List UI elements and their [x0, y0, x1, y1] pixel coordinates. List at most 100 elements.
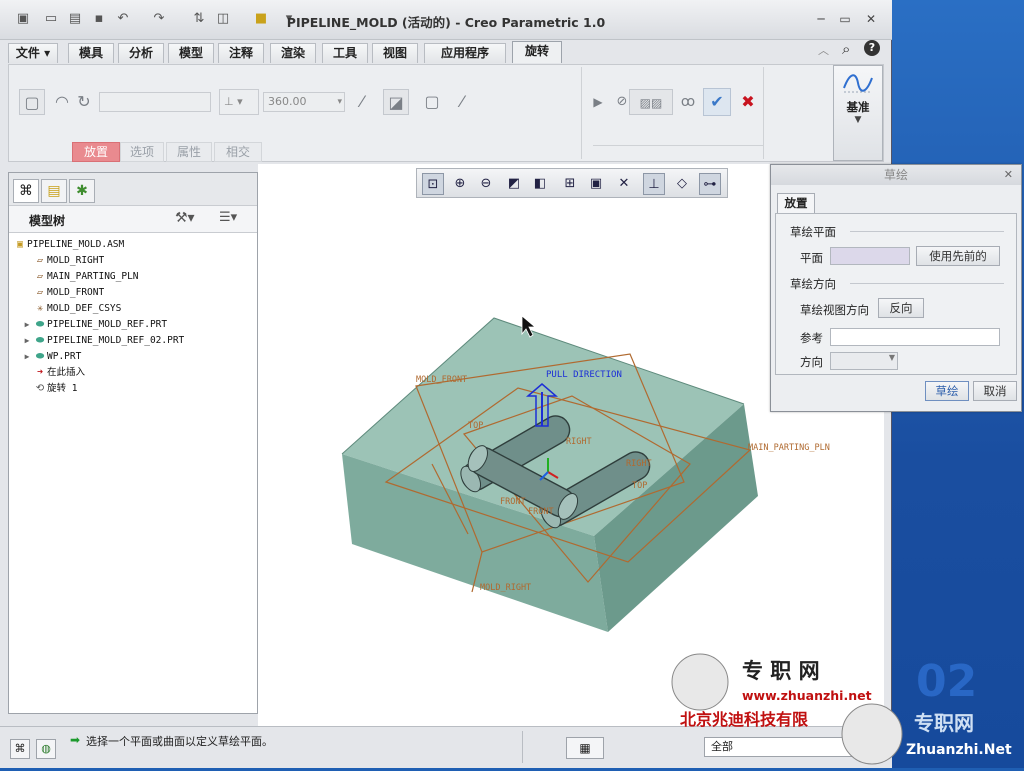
- cancel-button[interactable]: 取消: [973, 381, 1017, 401]
- reference-collector[interactable]: [830, 328, 1000, 346]
- label-mold-front: MOLD_FRONT: [416, 375, 467, 385]
- dialog-tab-placement[interactable]: 放置: [777, 193, 815, 213]
- minimize-icon[interactable]: ─: [812, 10, 830, 28]
- tab-tools[interactable]: 工具: [322, 43, 368, 63]
- subtab-options[interactable]: 选项: [120, 142, 164, 162]
- flip-button[interactable]: 反向: [878, 298, 924, 318]
- insert-here-icon: ➜: [36, 367, 44, 378]
- axis-icon[interactable]: ↻: [71, 89, 97, 115]
- ribbon-divider: [763, 67, 764, 159]
- expand-arrow-icon[interactable]: ▶: [21, 333, 33, 349]
- csys-icon: ✳: [36, 303, 44, 314]
- pause-icon[interactable]: ▶: [585, 89, 611, 115]
- sketch-ok-button[interactable]: 草绘: [925, 381, 969, 401]
- view-direction-label: 草绘视图方向: [800, 303, 869, 317]
- datum-group-button[interactable]: 基准 ▼: [833, 65, 883, 161]
- tree-item-label: 在此插入: [47, 367, 86, 378]
- model-tree-header: 模型树 ⚒▾ ☰▾: [9, 205, 257, 233]
- maximize-icon[interactable]: ▭: [836, 10, 854, 28]
- window-title: PIPELINE_MOLD (活动的) - Creo Parametric 1.…: [286, 15, 606, 30]
- tab-file[interactable]: 文件 ▾: [8, 43, 58, 63]
- label-top: TOP: [632, 481, 647, 491]
- axis-collector[interactable]: [99, 92, 211, 112]
- tab-model[interactable]: 模型: [168, 43, 214, 63]
- tree-item[interactable]: ▱ MOLD_RIGHT: [21, 253, 104, 269]
- sketch-view-icon[interactable]: ⊥: [643, 173, 665, 195]
- find-icon[interactable]: ▦: [566, 737, 604, 759]
- watermark-logo: 02 专 职 网 www.zhuanzhi.net 北京兆迪科技有限 专职网 Z…: [671, 653, 1012, 765]
- label-right: RIGHT: [626, 459, 652, 469]
- navigator-toggle-icon[interactable]: ⌘: [10, 739, 30, 759]
- angle-type-dropdown[interactable]: ⊥ ▾: [219, 89, 259, 115]
- datum-display-icon[interactable]: ✕: [613, 173, 635, 195]
- flip-angle-icon[interactable]: ⁄: [349, 89, 375, 115]
- tree-item-label: WP.PRT: [47, 351, 82, 362]
- tree-item[interactable]: ✳ MOLD_DEF_CSYS: [21, 301, 121, 317]
- tab-annotate[interactable]: 注释: [218, 43, 264, 63]
- zoom-out-icon[interactable]: ⊖: [475, 173, 497, 195]
- status-divider: [522, 731, 523, 763]
- tab-revolve[interactable]: 旋转: [512, 41, 562, 63]
- brand-url-2: Zhuanzhi.Net: [906, 742, 1012, 758]
- subtab-placement[interactable]: 放置: [72, 142, 120, 162]
- label-right: RIGHT: [566, 437, 592, 447]
- solid-icon[interactable]: ▢: [19, 89, 45, 115]
- orientation-dropdown[interactable]: ▼: [830, 352, 898, 370]
- plane-collector[interactable]: [830, 247, 910, 265]
- dialog-close-icon[interactable]: ✕: [1004, 165, 1013, 185]
- refit-icon[interactable]: ⊡: [422, 173, 444, 195]
- expand-arrow-icon[interactable]: ▶: [21, 349, 33, 365]
- browser-toggle-icon[interactable]: ◍: [36, 739, 56, 759]
- revolve-icon: ⟲: [35, 383, 45, 394]
- tree-item[interactable]: ➜ 在此插入: [21, 365, 85, 381]
- search-icon[interactable]: ⌕: [842, 40, 850, 58]
- tree-item-label: MAIN_PARTING_PLN: [47, 271, 139, 282]
- folder-browser-tab-icon[interactable]: ▤: [41, 179, 67, 203]
- collapse-ribbon-icon[interactable]: ︿: [818, 42, 829, 58]
- view-manager-icon[interactable]: ▣: [585, 173, 607, 195]
- tab-applications[interactable]: 应用程序: [424, 43, 506, 63]
- tree-item-label: MOLD_FRONT: [47, 287, 105, 298]
- tree-item[interactable]: ▱ MAIN_PARTING_PLN: [21, 269, 139, 285]
- zoom-in-icon[interactable]: ⊕: [449, 173, 471, 195]
- soccer-ball-icon: [841, 703, 903, 765]
- ok-check-icon[interactable]: ✔: [703, 88, 731, 116]
- preview-modes-icon[interactable]: ▨▨: [629, 89, 673, 115]
- tree-item[interactable]: ▶ ⬬ PIPELINE_MOLD_REF.PRT: [21, 317, 168, 333]
- cancel-x-icon[interactable]: ✖: [735, 89, 761, 115]
- tab-mold[interactable]: 模具: [68, 43, 114, 63]
- subtab-properties[interactable]: 属性: [166, 142, 212, 162]
- subtab-intersect[interactable]: 相交: [214, 142, 262, 162]
- help-icon[interactable]: ?: [864, 40, 880, 56]
- use-previous-button[interactable]: 使用先前的: [916, 246, 1000, 266]
- remove-material-icon[interactable]: ◪: [383, 89, 409, 115]
- spin-center-icon[interactable]: ⊶: [699, 173, 721, 195]
- verify-glasses-icon[interactable]: ꝏ: [675, 89, 701, 115]
- tree-filters-icon[interactable]: ☰▾: [219, 210, 237, 225]
- tree-item-label: MOLD_DEF_CSYS: [47, 303, 122, 314]
- navigator-tabs: ⌘ ▤ ✱: [9, 173, 257, 205]
- tab-view[interactable]: 视图: [372, 43, 418, 63]
- label-pull-direction: PULL DIRECTION: [546, 370, 622, 380]
- tree-item[interactable]: ▶ ⬬ WP.PRT: [21, 349, 82, 365]
- model-tree-tab-icon[interactable]: ⌘: [13, 179, 39, 203]
- expand-arrow-icon[interactable]: ▶: [21, 317, 33, 333]
- separator: [850, 283, 1004, 284]
- tree-item[interactable]: ⟲ 旋转 1: [21, 381, 78, 397]
- flip-material-icon[interactable]: ⁄: [449, 89, 475, 115]
- close-icon[interactable]: ✕: [862, 10, 880, 28]
- angle-input[interactable]: 360.00 ▾: [263, 92, 345, 112]
- tab-render[interactable]: 渲染: [270, 43, 316, 63]
- repaint-icon[interactable]: ◩: [503, 173, 525, 195]
- display-style-icon[interactable]: ◧: [529, 173, 551, 195]
- thicken-icon[interactable]: ▢: [419, 89, 445, 115]
- tree-item[interactable]: ▶ ⬬ PIPELINE_MOLD_REF_02.PRT: [21, 333, 185, 349]
- tree-item[interactable]: ▣ PIPELINE_MOLD.ASM: [13, 237, 124, 253]
- annotation-display-icon[interactable]: ◇: [671, 173, 693, 195]
- plane-label: 平面: [800, 251, 823, 265]
- tree-item[interactable]: ▱ MOLD_FRONT: [21, 285, 104, 301]
- favorites-tab-icon[interactable]: ✱: [69, 179, 95, 203]
- saved-orientations-icon[interactable]: ⊞: [559, 173, 581, 195]
- tab-analysis[interactable]: 分析: [118, 43, 164, 63]
- tree-settings-icon[interactable]: ⚒▾: [175, 210, 195, 226]
